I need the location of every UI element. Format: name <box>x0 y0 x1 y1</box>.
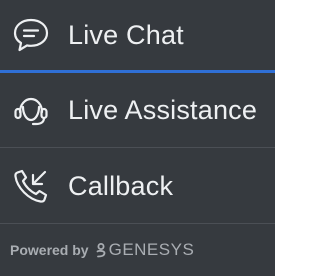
live-assistance-option[interactable]: Live Assistance <box>0 73 275 147</box>
genesys-logo-icon <box>95 242 107 258</box>
chat-bubble-icon <box>8 12 54 58</box>
callback-label: Callback <box>68 170 174 201</box>
powered-by-footer: Powered by GENESYS <box>0 224 275 276</box>
option-divider <box>0 147 275 148</box>
headset-icon <box>8 87 54 133</box>
callback-option[interactable]: Callback <box>0 149 275 223</box>
powered-by-text: Powered by <box>10 242 89 258</box>
live-chat-option[interactable]: Live Chat <box>0 0 275 70</box>
contact-options-widget: Live Chat Live Assistance Callback Power… <box>0 0 275 276</box>
genesys-brand-text: GENESYS <box>108 240 195 259</box>
live-assistance-label: Live Assistance <box>68 94 258 125</box>
phone-callback-icon <box>8 163 54 209</box>
live-chat-label: Live Chat <box>68 19 184 50</box>
